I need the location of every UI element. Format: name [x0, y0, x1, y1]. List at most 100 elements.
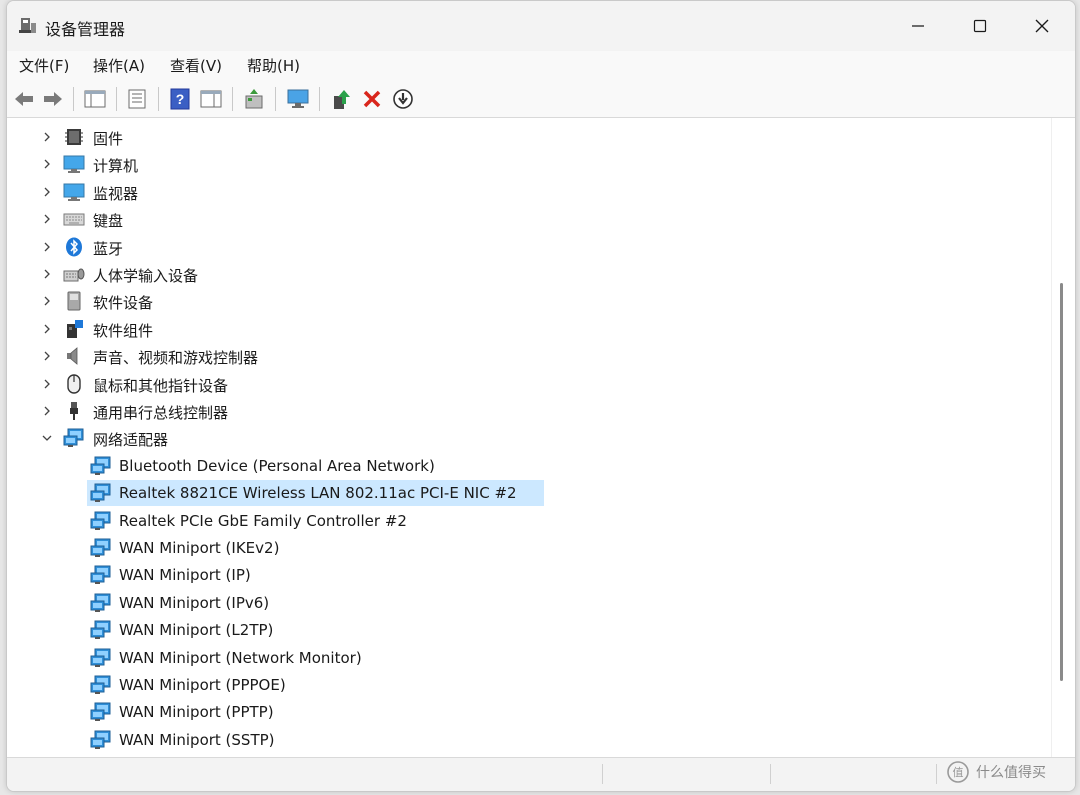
- network-adapter-icon: [90, 565, 111, 585]
- status-pane: [602, 764, 603, 784]
- watermark: 值 什么值得买: [946, 760, 1046, 784]
- uninstall-icon: [363, 90, 381, 108]
- action-pane-icon: [200, 90, 222, 108]
- chevron-right-icon[interactable]: [40, 185, 54, 199]
- watermark-text: 什么值得买: [976, 765, 1046, 781]
- network-adapter-icon: [63, 428, 84, 448]
- mouse-icon: [67, 373, 81, 394]
- tree-item-label: Realtek 8821CE Wireless LAN 802.11ac PCI…: [119, 484, 517, 503]
- tree-item-label: 键盘: [93, 212, 124, 231]
- console-tree-button[interactable]: [82, 86, 108, 112]
- monitor-icon: [63, 183, 85, 201]
- hid-icon: [63, 268, 85, 282]
- tree-item-label: 蓝牙: [93, 239, 124, 258]
- title-bar[interactable]: 设备管理器: [7, 1, 1075, 51]
- uninstall-button[interactable]: [359, 86, 385, 112]
- menu-action[interactable]: 操作(A): [93, 55, 145, 76]
- network-adapter-icon: [90, 456, 111, 475]
- network-adapter-icon: [90, 648, 111, 667]
- menu-file[interactable]: 文件(F): [19, 55, 69, 76]
- update-driver-button[interactable]: [328, 86, 354, 112]
- chevron-right-icon[interactable]: [40, 294, 54, 308]
- chevron-right-icon[interactable]: [40, 130, 54, 144]
- svg-text:?: ?: [176, 91, 185, 107]
- chevron-right-icon[interactable]: [40, 322, 54, 336]
- chevron-right-icon[interactable]: [40, 212, 54, 226]
- tree-item-label: 声音、视频和游戏控制器: [93, 349, 259, 368]
- chevron-right-icon[interactable]: [40, 377, 54, 391]
- status-bar: [7, 757, 1075, 791]
- back-button[interactable]: [11, 86, 37, 112]
- help-icon: ?: [170, 88, 190, 110]
- properties-button[interactable]: [124, 86, 150, 112]
- toolbar: ?: [7, 81, 1075, 118]
- tree-item-label: 软件设备: [93, 294, 154, 313]
- tree-item-label: WAN Miniport (IKEv2): [119, 539, 280, 557]
- svg-text:值: 值: [953, 766, 964, 779]
- action-pane-button[interactable]: [198, 86, 224, 112]
- vertical-scrollbar[interactable]: [1051, 118, 1075, 757]
- chevron-right-icon[interactable]: [40, 349, 54, 363]
- toolbar-separator: [319, 87, 320, 111]
- speaker-icon: [67, 347, 78, 366]
- tree-item-label: 鼠标和其他指针设备: [93, 376, 229, 395]
- menu-view[interactable]: 查看(V): [170, 55, 222, 76]
- maximize-button[interactable]: [949, 1, 1011, 51]
- status-pane: [936, 764, 937, 784]
- device-tree[interactable]: 固件 计算机 监视器 键盘 蓝牙 人体学输入设备 软件设备 软件组件 声音、视频和游戏控制器 鼠标…: [7, 118, 1051, 757]
- chevron-down-icon[interactable]: [40, 431, 54, 445]
- disable-device-button[interactable]: [390, 86, 416, 112]
- network-adapter-icon: [90, 702, 111, 722]
- monitor-icon: [287, 89, 309, 108]
- chevron-right-icon[interactable]: [40, 404, 54, 418]
- tree-item-label: WAN Miniport (PPPOE): [119, 676, 286, 694]
- tree-item-label: 网络适配器: [93, 431, 169, 450]
- tree-item-label: 固件: [93, 130, 124, 148]
- keyboard-icon: [63, 213, 85, 226]
- software-component-icon: [67, 319, 83, 338]
- update-driver-icon: [334, 90, 350, 109]
- tree-item-label: Bluetooth Device (Personal Area Network): [119, 456, 435, 475]
- network-adapter-icon: [90, 675, 111, 694]
- tree-item-label: Realtek PCIe GbE Family Controller #2: [119, 511, 407, 530]
- monitor-button[interactable]: [285, 86, 311, 112]
- menu-help[interactable]: 帮助(H): [247, 55, 300, 76]
- maximize-icon: [973, 19, 987, 33]
- close-icon: [1035, 19, 1049, 33]
- menu-bar: 文件(F) 操作(A) 查看(V) 帮助(H): [7, 51, 1075, 82]
- show-hide-console-tree-icon: [84, 90, 106, 108]
- forward-button[interactable]: [40, 86, 66, 112]
- tree-item-label: 通用串行总线控制器: [93, 404, 229, 422]
- network-adapter-icon: [90, 593, 111, 612]
- chevron-right-icon[interactable]: [40, 240, 54, 254]
- help-button[interactable]: ?: [167, 86, 193, 112]
- status-pane: [770, 764, 771, 784]
- tree-item-label: WAN Miniport (L2TP): [119, 621, 274, 640]
- toolbar-separator: [116, 87, 117, 111]
- chevron-right-icon[interactable]: [40, 157, 54, 171]
- network-adapter-icon: [90, 511, 111, 530]
- close-button[interactable]: [1011, 1, 1073, 51]
- minimize-icon: [912, 25, 924, 27]
- toolbar-separator: [232, 87, 233, 111]
- scan-hardware-button[interactable]: [241, 86, 267, 112]
- tree-item-label: 监视器: [93, 184, 139, 203]
- minimize-button[interactable]: [887, 1, 949, 51]
- back-arrow-icon: [15, 92, 33, 106]
- forward-arrow-icon: [44, 92, 62, 106]
- network-adapter-icon: [90, 730, 111, 749]
- chevron-right-icon[interactable]: [40, 267, 54, 281]
- tree-item-label: WAN Miniport (IPv6): [119, 593, 270, 612]
- toolbar-separator: [158, 87, 159, 111]
- toolbar-separator: [275, 87, 276, 111]
- tree-item-label: WAN Miniport (SSTP): [119, 730, 275, 749]
- tree-item-label: 计算机: [93, 157, 139, 176]
- scan-hardware-icon: [245, 89, 263, 109]
- scrollbar-thumb[interactable]: [1060, 283, 1063, 681]
- computer-icon: [63, 155, 85, 174]
- network-adapter-icon: [90, 538, 111, 557]
- firmware-icon: [65, 129, 83, 145]
- tree-item-label: WAN Miniport (IP): [119, 566, 251, 585]
- properties-icon: [128, 89, 146, 109]
- tree-item-label: WAN Miniport (PPTP): [119, 703, 274, 722]
